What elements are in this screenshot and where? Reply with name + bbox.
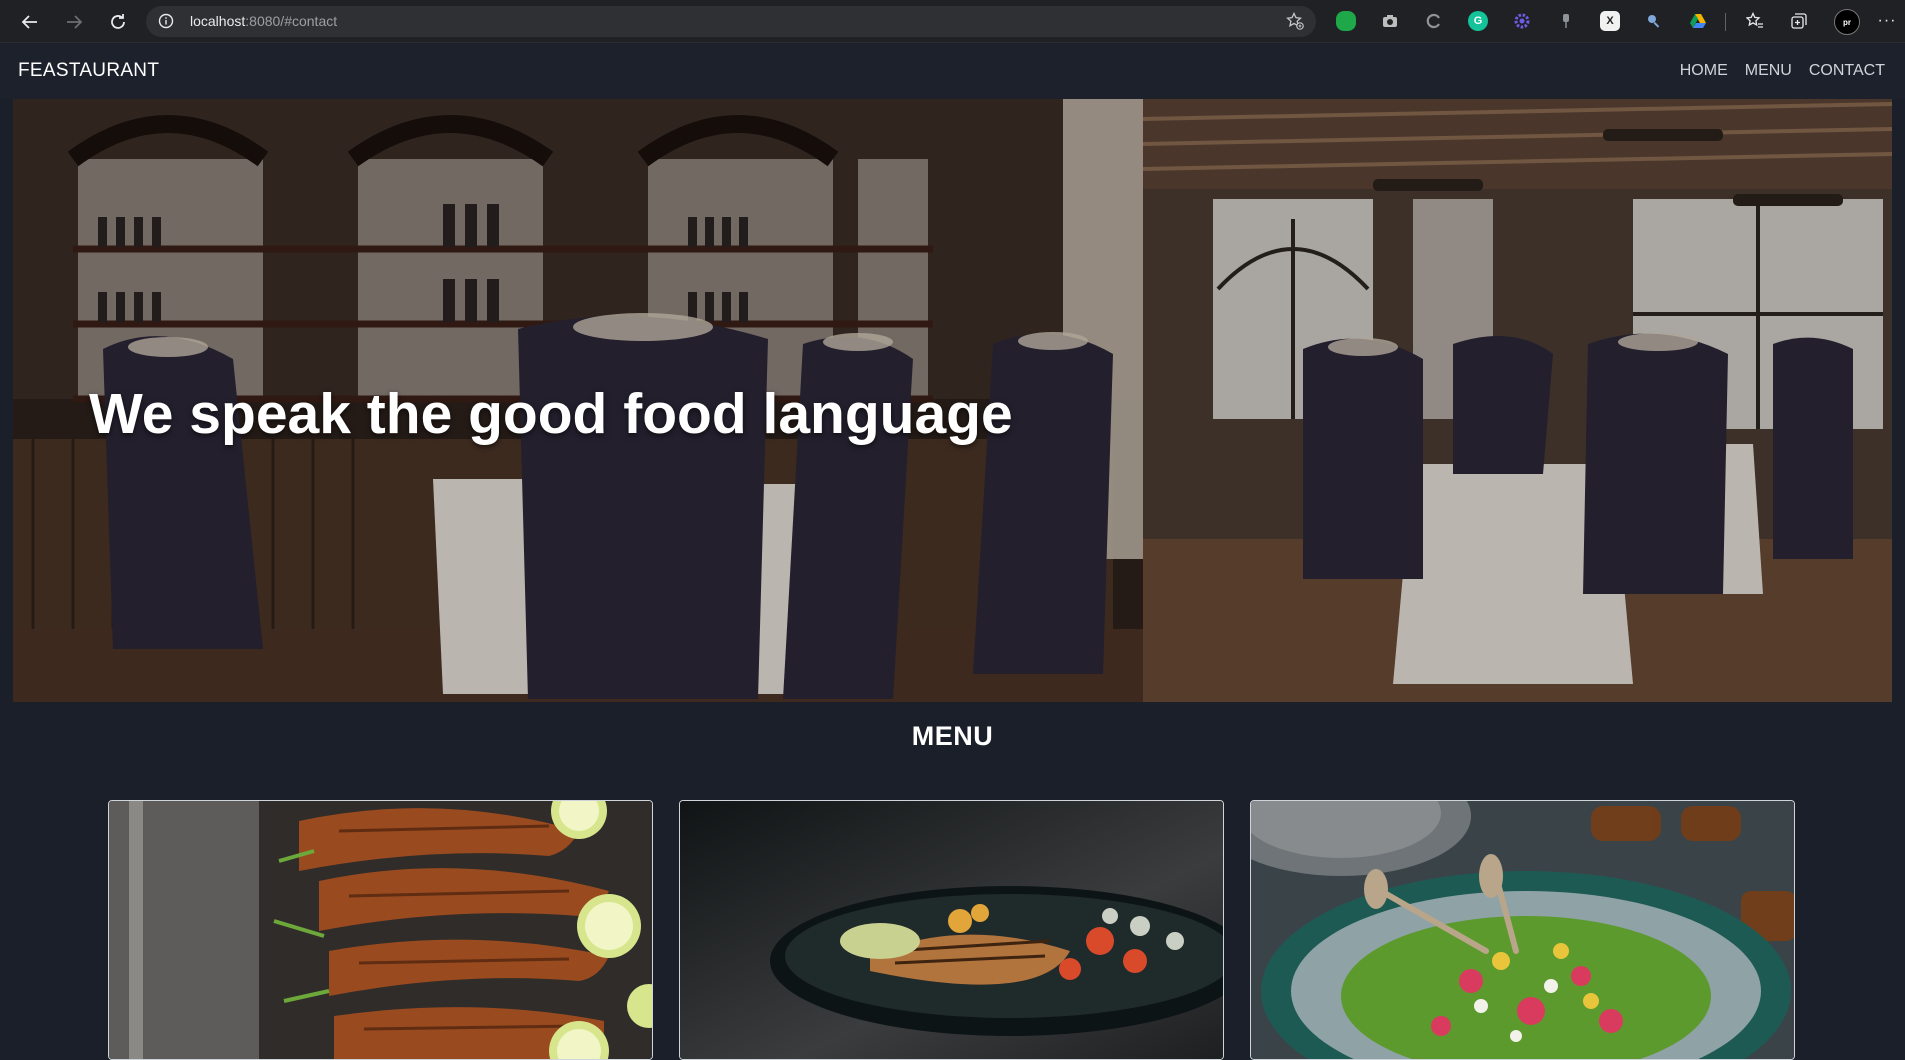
- menu-card[interactable]: [108, 800, 653, 1060]
- hero-title: We speak the good food language: [89, 382, 1013, 446]
- salad-bowl-image: [1251, 801, 1794, 1059]
- grilled-salmon-image: [680, 801, 1223, 1059]
- profile-label: pr: [1843, 17, 1851, 27]
- x-extension-icon[interactable]: X: [1600, 11, 1620, 31]
- url-path: :8080/#contact: [245, 13, 338, 29]
- url-host: localhost: [190, 13, 246, 29]
- collections-icon[interactable]: [1788, 10, 1810, 32]
- forward-icon[interactable]: [60, 8, 88, 36]
- menu-card[interactable]: [679, 800, 1224, 1060]
- more-options-icon[interactable]: ···: [1876, 10, 1898, 32]
- grammarly-c-icon[interactable]: [1424, 11, 1444, 31]
- back-icon[interactable]: [16, 8, 44, 36]
- nav-menu-link[interactable]: MENU: [1745, 62, 1792, 80]
- grammarly-icon[interactable]: G: [1468, 11, 1488, 31]
- drive-icon[interactable]: [1688, 11, 1708, 31]
- menu-section-heading: MENU: [911, 721, 994, 751]
- site-navbar: FEASTAURANT HOME MENU CONTACT: [0, 43, 1905, 99]
- url-text: localhost:8080/#contact: [190, 13, 337, 29]
- toolbar-divider: [1725, 13, 1726, 31]
- nav-home-link[interactable]: HOME: [1680, 62, 1728, 80]
- address-bar[interactable]: localhost:8080/#contact: [146, 6, 1316, 37]
- grilled-fish-image: [109, 801, 652, 1059]
- evernote-icon[interactable]: [1336, 11, 1356, 31]
- search-extension-icon[interactable]: [1644, 11, 1664, 31]
- browser-toolbar: localhost:8080/#contact G X pr ···: [0, 0, 1905, 43]
- menu-card[interactable]: [1250, 800, 1795, 1060]
- site-brand[interactable]: FEASTAURANT: [18, 60, 159, 82]
- reload-icon[interactable]: [104, 8, 132, 36]
- pin-icon[interactable]: [1556, 11, 1576, 31]
- gear-extension-icon[interactable]: [1512, 11, 1532, 31]
- hero-banner: We speak the good food language: [13, 99, 1892, 702]
- nav-contact-link[interactable]: CONTACT: [1809, 62, 1885, 80]
- favorites-icon[interactable]: [1744, 10, 1766, 32]
- add-favorite-icon[interactable]: [1286, 11, 1304, 30]
- camera-icon[interactable]: [1380, 11, 1400, 31]
- site-info-icon[interactable]: [158, 13, 174, 29]
- profile-avatar[interactable]: pr: [1834, 9, 1860, 35]
- nav-links: HOME MENU CONTACT: [1663, 62, 1885, 80]
